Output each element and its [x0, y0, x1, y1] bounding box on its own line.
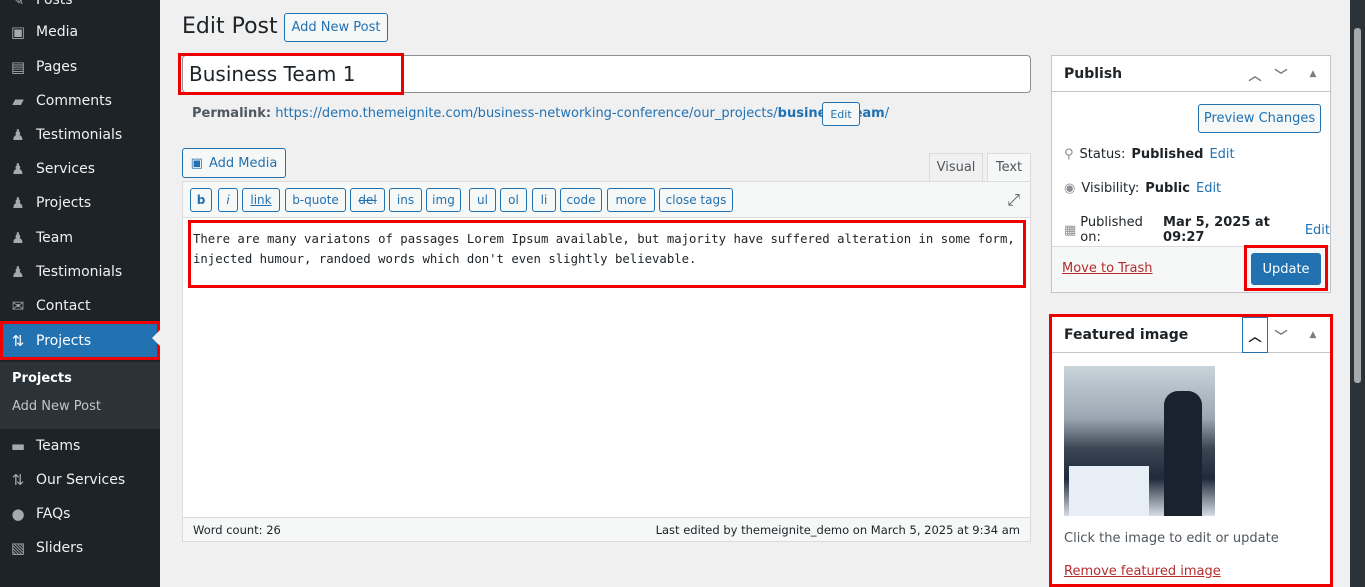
visibility-edit-link[interactable]: Edit — [1196, 181, 1221, 196]
status-edit-link[interactable]: Edit — [1209, 147, 1234, 162]
toggle-triangle-icon[interactable]: ▲ — [1300, 56, 1326, 92]
qt-ol[interactable]: ol — [500, 188, 527, 212]
chevron-down-icon[interactable]: ﹀ — [1268, 56, 1294, 92]
add-media-button[interactable]: ▣ Add Media — [182, 148, 286, 178]
menu-testimonials[interactable]: ♟ Testimonials — [0, 118, 160, 152]
pages-icon: ▤ — [10, 58, 26, 76]
remove-featured-image-link[interactable]: Remove featured image — [1064, 564, 1221, 579]
page-title: Edit Post — [182, 14, 278, 39]
media-icon: ▣ — [10, 23, 26, 41]
editor: b i link b-quote del ins img ul ol li co… — [182, 181, 1031, 542]
featured-image-header: Featured image ︿ ﹀ ▲ — [1052, 317, 1330, 353]
move-to-trash-link[interactable]: Move to Trash — [1062, 261, 1153, 276]
tab-visual[interactable]: Visual — [929, 153, 983, 182]
menu-services[interactable]: ♟ Services — [0, 152, 160, 186]
comments-icon: ▰ — [12, 92, 24, 110]
menu-team[interactable]: ♟ Team — [0, 221, 160, 255]
menu-projects-active[interactable]: ⇅ Projects — [0, 321, 160, 360]
qt-bold[interactable]: b — [190, 188, 212, 212]
media-icon: ▣ — [190, 155, 203, 171]
user-icon: ♟ — [11, 126, 25, 144]
update-button[interactable]: Update — [1251, 253, 1321, 285]
preview-changes-button[interactable]: Preview Changes — [1198, 104, 1321, 133]
pin-icon: ✎ — [11, 0, 25, 9]
calendar-icon: ▦ — [1064, 222, 1077, 238]
scrollbar-thumb[interactable] — [1354, 28, 1361, 383]
publish-header: Publish ︿ ﹀ ▲ — [1052, 56, 1330, 92]
qt-link[interactable]: link — [242, 188, 280, 212]
admin-sidebar: ✎ Posts ▣ Media ▤ Pages ▰ Comments ♟ Testimon… — [0, 0, 160, 587]
sliders-icon: ⇅ — [11, 331, 25, 350]
qt-del[interactable]: del — [350, 188, 385, 212]
qt-code[interactable]: code — [560, 188, 602, 212]
menu-testimonials-2[interactable]: ♟ Testimonials — [0, 255, 160, 289]
menu-comments[interactable]: ▰ Comments — [0, 84, 160, 118]
slides-icon: ▧ — [10, 539, 26, 557]
editor-status-bar: Word count: 26 Last edited by themeignite… — [183, 517, 1030, 541]
menu-pages[interactable]: ▤ Pages — [0, 50, 160, 84]
permalink: Permalink: https://demo.themeignite.com/… — [192, 106, 890, 121]
menu-sliders[interactable]: ▧ Sliders — [0, 531, 160, 565]
menu-projects[interactable]: ♟ Projects — [0, 186, 160, 220]
publish-box: Publish ︿ ﹀ ▲ Preview Changes ⚲ Status: Publ… — [1051, 55, 1331, 293]
featured-image-thumbnail[interactable] — [1064, 366, 1215, 516]
featured-image-box: Featured image ︿ ﹀ ▲ Click the image to ed… — [1049, 314, 1333, 587]
sliders-icon: ⇅ — [11, 471, 25, 489]
qt-ins[interactable]: ins — [389, 188, 422, 212]
permalink-edit-button[interactable]: Edit — [822, 102, 860, 126]
scrollbar[interactable] — [1350, 0, 1365, 587]
user-icon: ♟ — [11, 160, 25, 178]
toggle-triangle-icon[interactable]: ▲ — [1300, 317, 1326, 353]
date-edit-link[interactable]: Edit — [1305, 223, 1330, 238]
key-icon: ⚲ — [1064, 147, 1074, 162]
chevron-up-icon[interactable]: ︿ — [1242, 56, 1268, 92]
submenu-projects[interactable]: Projects — [12, 371, 72, 386]
qt-italic[interactable]: i — [218, 188, 238, 212]
qt-more[interactable]: more — [607, 188, 655, 212]
content-textarea[interactable]: There are many variatons of passages Lor… — [188, 220, 1026, 288]
chat-icon: ● — [11, 505, 25, 523]
teams-icon: ▬ — [10, 437, 26, 455]
submenu-add-new-post[interactable]: Add New Post — [12, 399, 101, 414]
menu-contact[interactable]: ✉ Contact — [0, 289, 160, 323]
quicktags-toolbar: b i link b-quote del ins img ul ol li co… — [183, 182, 1030, 218]
chevron-up-icon[interactable]: ︿ — [1242, 317, 1268, 353]
menu-media[interactable]: ▣ Media — [0, 15, 160, 49]
tab-text[interactable]: Text — [987, 153, 1031, 182]
featured-image-hint: Click the image to edit or update — [1064, 531, 1279, 546]
menu-faqs[interactable]: ● FAQs — [0, 497, 160, 531]
last-edited: Last edited by themeignite_demo on March… — [655, 522, 1020, 537]
submenu: Projects Add New Post — [0, 362, 160, 429]
word-count: Word count: 26 — [193, 522, 281, 537]
qt-li[interactable]: li — [532, 188, 556, 212]
qt-img[interactable]: img — [426, 188, 461, 212]
post-title-input[interactable]: Business Team 1 — [178, 53, 1031, 95]
qt-ul[interactable]: ul — [469, 188, 496, 212]
chevron-down-icon[interactable]: ﹀ — [1268, 317, 1294, 353]
menu-teams[interactable]: ▬ Teams — [0, 429, 160, 463]
user-icon: ♟ — [11, 229, 25, 247]
user-icon: ♟ — [11, 194, 25, 212]
eye-icon: ◉ — [1064, 181, 1076, 196]
menu-our-services[interactable]: ⇅ Our Services — [0, 463, 160, 497]
permalink-link[interactable]: https://demo.themeignite.com/business-ne… — [275, 106, 889, 121]
add-new-post-button[interactable]: Add New Post — [284, 13, 388, 42]
mail-icon: ✉ — [11, 297, 25, 315]
fullscreen-icon[interactable]: ⤢ — [1007, 190, 1020, 210]
qt-close-tags[interactable]: close tags — [659, 188, 733, 212]
qt-bquote[interactable]: b-quote — [285, 188, 346, 212]
publish-actions: Move to Trash Update — [1052, 245, 1330, 292]
user-icon: ♟ — [11, 263, 25, 281]
